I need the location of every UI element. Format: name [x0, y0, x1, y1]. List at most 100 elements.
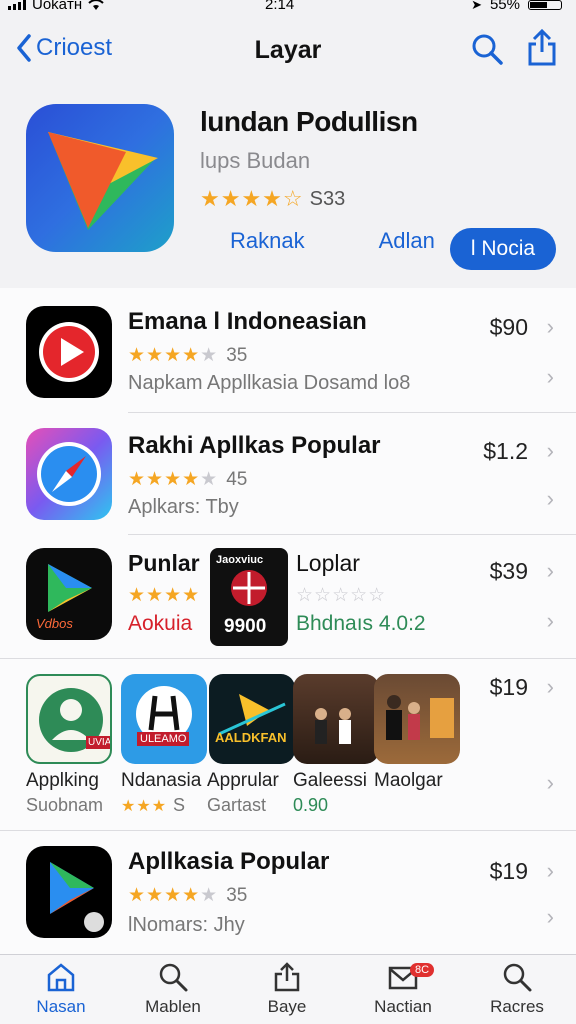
tab-label: Nasan: [36, 997, 86, 1016]
youtube-app-icon: [26, 306, 112, 398]
location-icon: ➤: [471, 0, 482, 12]
compass-icon: [37, 442, 101, 506]
rating-count: 35: [226, 344, 248, 366]
star-rating-icon: ★★★★★: [128, 469, 219, 490]
search-icon: [503, 963, 532, 992]
share-icon[interactable]: [526, 28, 558, 68]
app-title: Rakhi Apllkas Popular: [128, 432, 381, 459]
chevron-right-icon: ›: [546, 486, 554, 511]
gallery-label: Maolgar: [374, 770, 443, 791]
raknak-link[interactable]: Raknak: [230, 228, 305, 254]
gallery-label: Galeessi: [293, 770, 367, 791]
search-icon[interactable]: [470, 32, 504, 66]
gallery-label: Apprular: [207, 770, 279, 791]
battery-icon: [528, 0, 562, 10]
gallery-sub: S: [173, 795, 186, 815]
chevron-right-icon: ›: [546, 364, 554, 389]
app-subtitle: Bhdnaıs 4.0:2: [296, 612, 426, 635]
tab-mablen[interactable]: Mablen: [118, 961, 228, 1017]
icon-caption: ULEAMO: [137, 732, 190, 746]
star-rating-icon: ☆☆☆☆☆: [296, 585, 387, 606]
gallery-sub: Gartast: [207, 795, 267, 815]
app-subtitle: Aplkars: Tby: [128, 496, 239, 518]
chevron-right-icon: ›: [546, 904, 554, 929]
featured-app-icon[interactable]: [26, 104, 174, 252]
rating-count: 45: [226, 468, 248, 490]
price-label[interactable]: $19: [490, 674, 528, 701]
price-label[interactable]: $90: [490, 314, 528, 341]
person-badge-icon: [39, 688, 103, 752]
price-label[interactable]: $19: [490, 858, 528, 885]
gallery-app-icon[interactable]: [374, 674, 460, 764]
home-icon: [47, 963, 75, 992]
app-subtitle: Aokuia: [128, 612, 193, 635]
get-button[interactable]: l Nocia: [450, 228, 556, 270]
gallery-label: Ndanasia: [121, 770, 202, 791]
app-title: Emana l Indoneasian: [128, 308, 367, 335]
nav-bar: Crioest Layar: [0, 28, 576, 74]
play-button-icon: [39, 322, 99, 382]
gallery-app-icon[interactable]: AALDKFAN: [209, 674, 295, 764]
star-rating-icon: ★★★: [121, 797, 168, 815]
tab-label: Baye: [267, 997, 307, 1016]
share-icon: [274, 962, 300, 992]
star-rating-icon: ★★★★★: [128, 885, 219, 906]
icon-caption: Jaoxviuc: [216, 554, 264, 566]
tab-nasan[interactable]: Nasan: [6, 961, 116, 1017]
gallery-label: Applking: [26, 770, 99, 791]
app-list: Emana l Indoneasian ★★★★★ 35 Napkam Appl…: [0, 288, 576, 954]
divider: [128, 534, 576, 535]
star-rating-icon: ★★★★: [128, 585, 201, 606]
gallery-app-icon[interactable]: ULEAMO: [121, 674, 207, 764]
play-store-app-icon: [26, 846, 112, 938]
game-art-icon: [218, 694, 286, 736]
divider: [0, 658, 576, 659]
wifi-icon: [88, 0, 104, 10]
compass-app-icon: [26, 428, 112, 520]
icon-caption: UVIAN: [86, 736, 110, 749]
divider: [128, 412, 576, 413]
app-title: Apllkasia Popular: [128, 848, 330, 875]
chevron-right-icon: ›: [546, 858, 554, 883]
adlan-link[interactable]: Adlan: [379, 228, 435, 254]
app-subtitle: Napkam Appllkasia Dosamd lo8: [128, 372, 411, 394]
app-title: Loplar: [296, 550, 360, 576]
tab-racres[interactable]: Racres: [462, 961, 572, 1017]
tab-baye[interactable]: Baye: [232, 961, 342, 1017]
rating-count: S33: [309, 187, 346, 210]
icon-caption: Vdbos: [36, 616, 73, 631]
star-rating-icon: ★★★★☆: [200, 186, 304, 211]
tab-bar: Nasan Mablen Baye 8C Nactian Racres: [0, 954, 576, 1024]
tab-label: Mablen: [145, 997, 201, 1016]
battery-percent: 55%: [489, 0, 520, 13]
icon-caption: AALDKFAN: [215, 730, 287, 745]
chevron-right-icon: ›: [546, 314, 554, 339]
chevron-right-icon: ›: [546, 558, 554, 583]
featured-app-title: lundan Podullisn: [200, 106, 418, 137]
clock: 2:14: [265, 0, 295, 13]
gallery-sub: 0.90: [293, 795, 329, 815]
people-photo-icon: [386, 695, 454, 740]
rating-count: 35: [226, 884, 248, 906]
tab-nactian[interactable]: 8C Nactian: [348, 961, 458, 1017]
icon-caption: 9900: [224, 616, 267, 637]
tab-label: Racres: [490, 997, 544, 1016]
app-title: Punlar: [128, 550, 200, 576]
price-label[interactable]: $1.2: [483, 438, 528, 465]
star-rating-icon: ★★★★★: [128, 345, 219, 366]
gallery-sub: Suobnam: [26, 795, 104, 815]
gallery-app-icon[interactable]: [293, 674, 379, 764]
play-store-app-icon: Vdbos: [26, 548, 112, 640]
carrier-label: Uokaтн: [32, 0, 83, 13]
dancers-icon: [136, 686, 192, 742]
gallery-app-icon[interactable]: UVIAN: [26, 674, 112, 764]
price-label[interactable]: $39: [490, 558, 528, 585]
featured-app-subtitle: lups Budan: [200, 148, 311, 173]
play-arrow-icon: [48, 132, 158, 230]
chevron-right-icon: ›: [546, 438, 554, 463]
search-icon: [159, 963, 188, 992]
signal-icon: [8, 0, 26, 10]
play-triangle-icon: [50, 862, 104, 932]
divider: [0, 830, 576, 831]
chevron-right-icon: ›: [546, 770, 554, 795]
